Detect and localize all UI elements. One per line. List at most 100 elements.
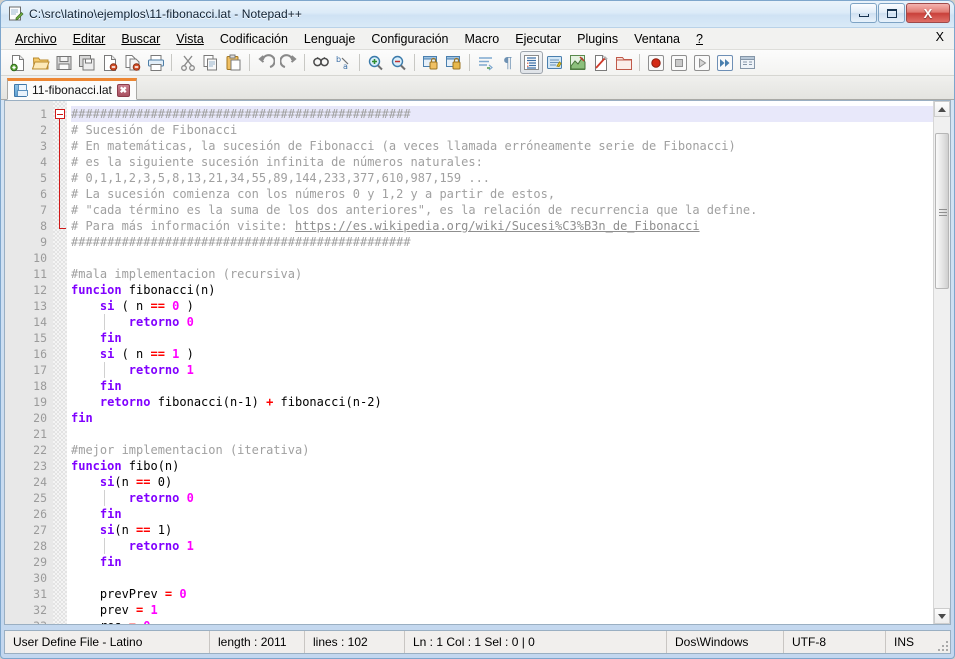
code-line[interactable]: # En matemáticas, la sucesión de Fibonac… (71, 138, 933, 154)
scrollbar-thumb[interactable] (935, 132, 949, 290)
record-macro-icon[interactable] (644, 51, 667, 74)
vertical-scrollbar[interactable] (933, 101, 950, 624)
code-line[interactable]: # 0,1,1,2,3,5,8,13,21,34,55,89,144,233,3… (71, 170, 933, 186)
tab-close-icon[interactable]: ✖ (116, 83, 130, 97)
code-line[interactable] (71, 250, 933, 266)
menu-item-configuracion[interactable]: Configuración (363, 30, 456, 48)
code-line[interactable]: #mejor implementacion (iterativa) (71, 442, 933, 458)
code-line[interactable]: retorno 0 (71, 314, 933, 330)
status-language[interactable]: User Define File - Latino (5, 631, 210, 653)
line-number: 30 (33, 571, 47, 585)
code-line[interactable]: # "cada término es la suma de los dos an… (71, 202, 933, 218)
code-line[interactable]: ########################################… (71, 106, 933, 122)
code-line[interactable]: fin (71, 506, 933, 522)
menu-item-macro[interactable]: Macro (457, 30, 508, 48)
line-number: 19 (33, 395, 47, 409)
code-line[interactable]: # La sucesión comienza con los números 0… (71, 186, 933, 202)
document-tab-11-fibonacci[interactable]: 11-fibonacci.lat ✖ (7, 78, 137, 100)
document-map-icon[interactable] (566, 51, 589, 74)
menu-item-editar[interactable]: Editar (65, 30, 114, 48)
minimize-button[interactable] (850, 3, 877, 23)
code-line[interactable]: fin (71, 378, 933, 394)
show-indent-guide-icon[interactable] (520, 51, 543, 74)
copy-icon[interactable] (199, 51, 222, 74)
play-macro-icon[interactable] (690, 51, 713, 74)
code-line[interactable]: prevPrev = 0 (71, 586, 933, 602)
status-encoding[interactable]: UTF-8 (784, 631, 886, 653)
code-line[interactable]: res = 0 (71, 618, 933, 624)
code-token: 1 (150, 603, 158, 617)
replace-icon[interactable]: b a (332, 51, 355, 74)
menu-item-ventana[interactable]: Ventana (626, 30, 688, 48)
menu-item-ventana-label: Ventana (634, 31, 680, 46)
user-defined-language-icon[interactable] (543, 51, 566, 74)
code-line[interactable]: # Sucesión de Fibonacci (71, 122, 933, 138)
code-line[interactable]: funcion fibonacci(n) (71, 282, 933, 298)
scroll-up-arrow-icon[interactable] (934, 101, 950, 117)
maximize-button[interactable] (878, 3, 905, 23)
cut-icon[interactable] (176, 51, 199, 74)
run-icon[interactable] (736, 51, 759, 74)
show-all-characters-icon[interactable]: ¶ (497, 51, 520, 74)
run-macro-multiple-icon[interactable] (713, 51, 736, 74)
code-line[interactable] (71, 426, 933, 442)
word-wrap-icon[interactable] (474, 51, 497, 74)
save-all-icon[interactable] (75, 51, 98, 74)
menu-item-help[interactable]: ? (688, 30, 711, 48)
code-line[interactable]: retorno fibonacci(n-1) + fibonacci(n-2) (71, 394, 933, 410)
zoom-in-icon[interactable] (364, 51, 387, 74)
fold-margin[interactable] (53, 101, 67, 624)
folder-as-workspace-icon[interactable] (612, 51, 635, 74)
paste-icon[interactable] (222, 51, 245, 74)
code-line[interactable]: si(n == 1) (71, 522, 933, 538)
menu-item-lenguaje[interactable]: Lenguaje (296, 30, 363, 48)
code-line[interactable]: retorno 0 (71, 490, 933, 506)
code-line[interactable]: # es la siguiente sucesión infinita de n… (71, 154, 933, 170)
scroll-down-arrow-icon[interactable] (934, 608, 950, 624)
menu-item-plugins[interactable]: Plugins (569, 30, 626, 48)
code-line[interactable]: prev = 1 (71, 602, 933, 618)
save-icon[interactable] (52, 51, 75, 74)
code-token: # Para más información visite: (71, 219, 295, 233)
code-text-area[interactable]: ########################################… (67, 101, 933, 624)
status-eol[interactable]: Dos\Windows (667, 631, 784, 653)
sync-horizontal-scroll-icon[interactable] (442, 51, 465, 74)
close-button[interactable]: X (906, 3, 950, 23)
code-line[interactable] (71, 570, 933, 586)
code-line[interactable]: si ( n == 0 ) (71, 298, 933, 314)
code-line[interactable]: retorno 1 (71, 362, 933, 378)
menu-item-ejecutar[interactable]: Ejecutar (507, 30, 569, 48)
code-line[interactable]: si ( n == 1 ) (71, 346, 933, 362)
close-document-button[interactable]: X (936, 30, 944, 44)
close-all-files-icon[interactable] (121, 51, 144, 74)
code-line[interactable]: ########################################… (71, 234, 933, 250)
code-token: 0 (186, 315, 194, 329)
code-line[interactable]: fin (71, 330, 933, 346)
menu-item-vista[interactable]: Vista (168, 30, 212, 48)
menu-item-buscar[interactable]: Buscar (113, 30, 168, 48)
resize-grip-icon[interactable] (936, 639, 948, 651)
code-line[interactable]: #mala implementacion (recursiva) (71, 266, 933, 282)
close-file-icon[interactable] (98, 51, 121, 74)
undo-icon[interactable] (254, 51, 277, 74)
fold-collapse-icon[interactable] (55, 109, 65, 119)
code-token: 0 (143, 619, 150, 624)
code-line[interactable]: fin (71, 410, 933, 426)
menu-item-archivo[interactable]: Archivo (7, 30, 65, 48)
print-icon[interactable] (144, 51, 167, 74)
redo-icon[interactable] (277, 51, 300, 74)
code-line[interactable]: # Para más información visite: https://e… (71, 218, 933, 234)
function-list-icon[interactable] (589, 51, 612, 74)
code-line[interactable]: funcion fibo(n) (71, 458, 933, 474)
sync-vertical-scroll-icon[interactable] (419, 51, 442, 74)
open-file-icon[interactable] (29, 51, 52, 74)
code-line[interactable]: si(n == 0) (71, 474, 933, 490)
menu-item-codificacion[interactable]: Codificación (212, 30, 296, 48)
zoom-out-icon[interactable] (387, 51, 410, 74)
code-line[interactable]: retorno 1 (71, 538, 933, 554)
new-file-icon[interactable] (6, 51, 29, 74)
stop-macro-icon[interactable] (667, 51, 690, 74)
find-icon[interactable] (309, 51, 332, 74)
code-line[interactable]: fin (71, 554, 933, 570)
